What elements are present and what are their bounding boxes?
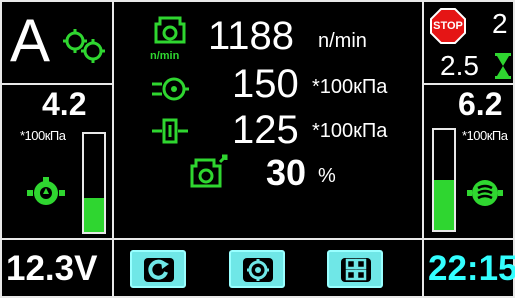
right-pressure-value: 6.2 bbox=[458, 86, 503, 122]
refresh-button[interactable] bbox=[130, 250, 186, 288]
clock: 22:15 bbox=[428, 249, 515, 288]
settings-button-face bbox=[243, 258, 273, 282]
pressure-2-unit: *100кПа bbox=[312, 120, 388, 142]
load-value: 30 bbox=[266, 152, 307, 193]
turbo-pressure-icon bbox=[152, 77, 189, 101]
right-level-bar bbox=[432, 128, 456, 232]
right-pressure-unit: *100кПа bbox=[462, 128, 508, 143]
fuel-pressure-icon bbox=[152, 118, 188, 144]
right-level-fill bbox=[434, 180, 454, 230]
left-pressure-unit: *100кПа bbox=[20, 128, 66, 143]
refresh-icon bbox=[148, 259, 169, 280]
pressure-1-value: 150 bbox=[232, 62, 299, 106]
rpm-value: 1188 bbox=[208, 14, 295, 58]
gears-icon bbox=[63, 29, 105, 63]
refresh-button-face bbox=[144, 258, 174, 282]
engine-load-icon bbox=[190, 154, 228, 188]
menu-grid-button[interactable] bbox=[327, 250, 383, 288]
left-pressure-value: 4.2 bbox=[42, 86, 87, 122]
pressure-1-unit: *100кПа bbox=[312, 76, 388, 98]
transmission-pump-icon bbox=[467, 180, 503, 206]
hours-value: 2.5 bbox=[440, 50, 479, 81]
pressure-2-value: 125 bbox=[232, 108, 299, 152]
oil-pump-icon bbox=[27, 177, 65, 205]
gear-icon bbox=[247, 259, 269, 281]
left-level-fill bbox=[84, 197, 104, 232]
engine-icon-caption: n/min bbox=[150, 50, 180, 62]
mode-letter: A bbox=[10, 7, 51, 74]
grid-icon bbox=[345, 258, 367, 281]
hourglass-icon bbox=[495, 53, 511, 79]
left-level-bar bbox=[82, 132, 106, 234]
menu-grid-button-face bbox=[341, 258, 371, 282]
battery-voltage: 12.3V bbox=[6, 249, 98, 288]
rpm-unit: n/min bbox=[318, 30, 367, 52]
settings-button[interactable] bbox=[229, 250, 285, 288]
stop-label: STOP bbox=[433, 20, 463, 32]
load-unit: % bbox=[318, 165, 336, 187]
stop-count: 2 bbox=[492, 8, 508, 39]
engine-icon bbox=[154, 16, 186, 44]
